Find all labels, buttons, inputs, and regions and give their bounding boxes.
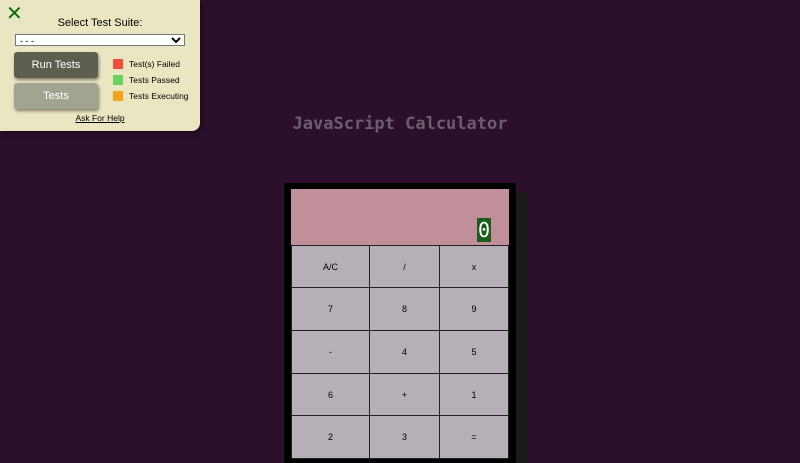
- key-multiply[interactable]: x: [439, 245, 509, 288]
- key-1[interactable]: 1: [439, 373, 509, 416]
- key-clear[interactable]: A/C: [291, 245, 370, 288]
- test-suite-select[interactable]: - - -: [15, 34, 185, 46]
- legend-label: Test(s) Failed: [129, 59, 181, 69]
- tests-button[interactable]: Tests: [14, 83, 98, 109]
- passed-swatch: [113, 75, 123, 85]
- page-title: JavaScript Calculator: [292, 114, 508, 134]
- legend-item-executing: Tests Executing: [113, 88, 189, 104]
- calculator-display: 0: [291, 189, 509, 245]
- key-6[interactable]: 6: [291, 373, 370, 416]
- legend-item-failed: Test(s) Failed: [113, 56, 189, 72]
- key-4[interactable]: 4: [369, 330, 440, 374]
- legend-item-passed: Tests Passed: [113, 72, 189, 88]
- test-legend: Test(s) Failed Tests Passed Tests Execut…: [113, 56, 189, 104]
- key-8[interactable]: 8: [369, 287, 440, 331]
- failed-swatch: [113, 59, 123, 69]
- key-equals[interactable]: =: [439, 415, 509, 459]
- calculator: 0 A/C / x 7 8 9 - 4 5 6 + 1 2 3 =: [284, 183, 516, 463]
- executing-swatch: [113, 91, 123, 101]
- key-divide[interactable]: /: [369, 245, 440, 288]
- key-2[interactable]: 2: [291, 415, 370, 459]
- test-suite-panel: ✕ Select Test Suite: - - - Run Tests Tes…: [0, 0, 200, 131]
- key-3[interactable]: 3: [369, 415, 440, 459]
- suite-title: Select Test Suite:: [57, 17, 143, 29]
- key-add[interactable]: +: [369, 373, 440, 416]
- display-value: 0: [476, 218, 491, 242]
- key-subtract[interactable]: -: [291, 330, 370, 374]
- legend-label: Tests Passed: [129, 75, 180, 85]
- legend-label: Tests Executing: [129, 91, 189, 101]
- run-tests-button[interactable]: Run Tests: [14, 52, 98, 78]
- key-7[interactable]: 7: [291, 287, 370, 331]
- key-9[interactable]: 9: [439, 287, 509, 331]
- key-5[interactable]: 5: [439, 330, 509, 374]
- keypad: A/C / x 7 8 9 - 4 5 6 + 1 2 3 =: [291, 245, 509, 463]
